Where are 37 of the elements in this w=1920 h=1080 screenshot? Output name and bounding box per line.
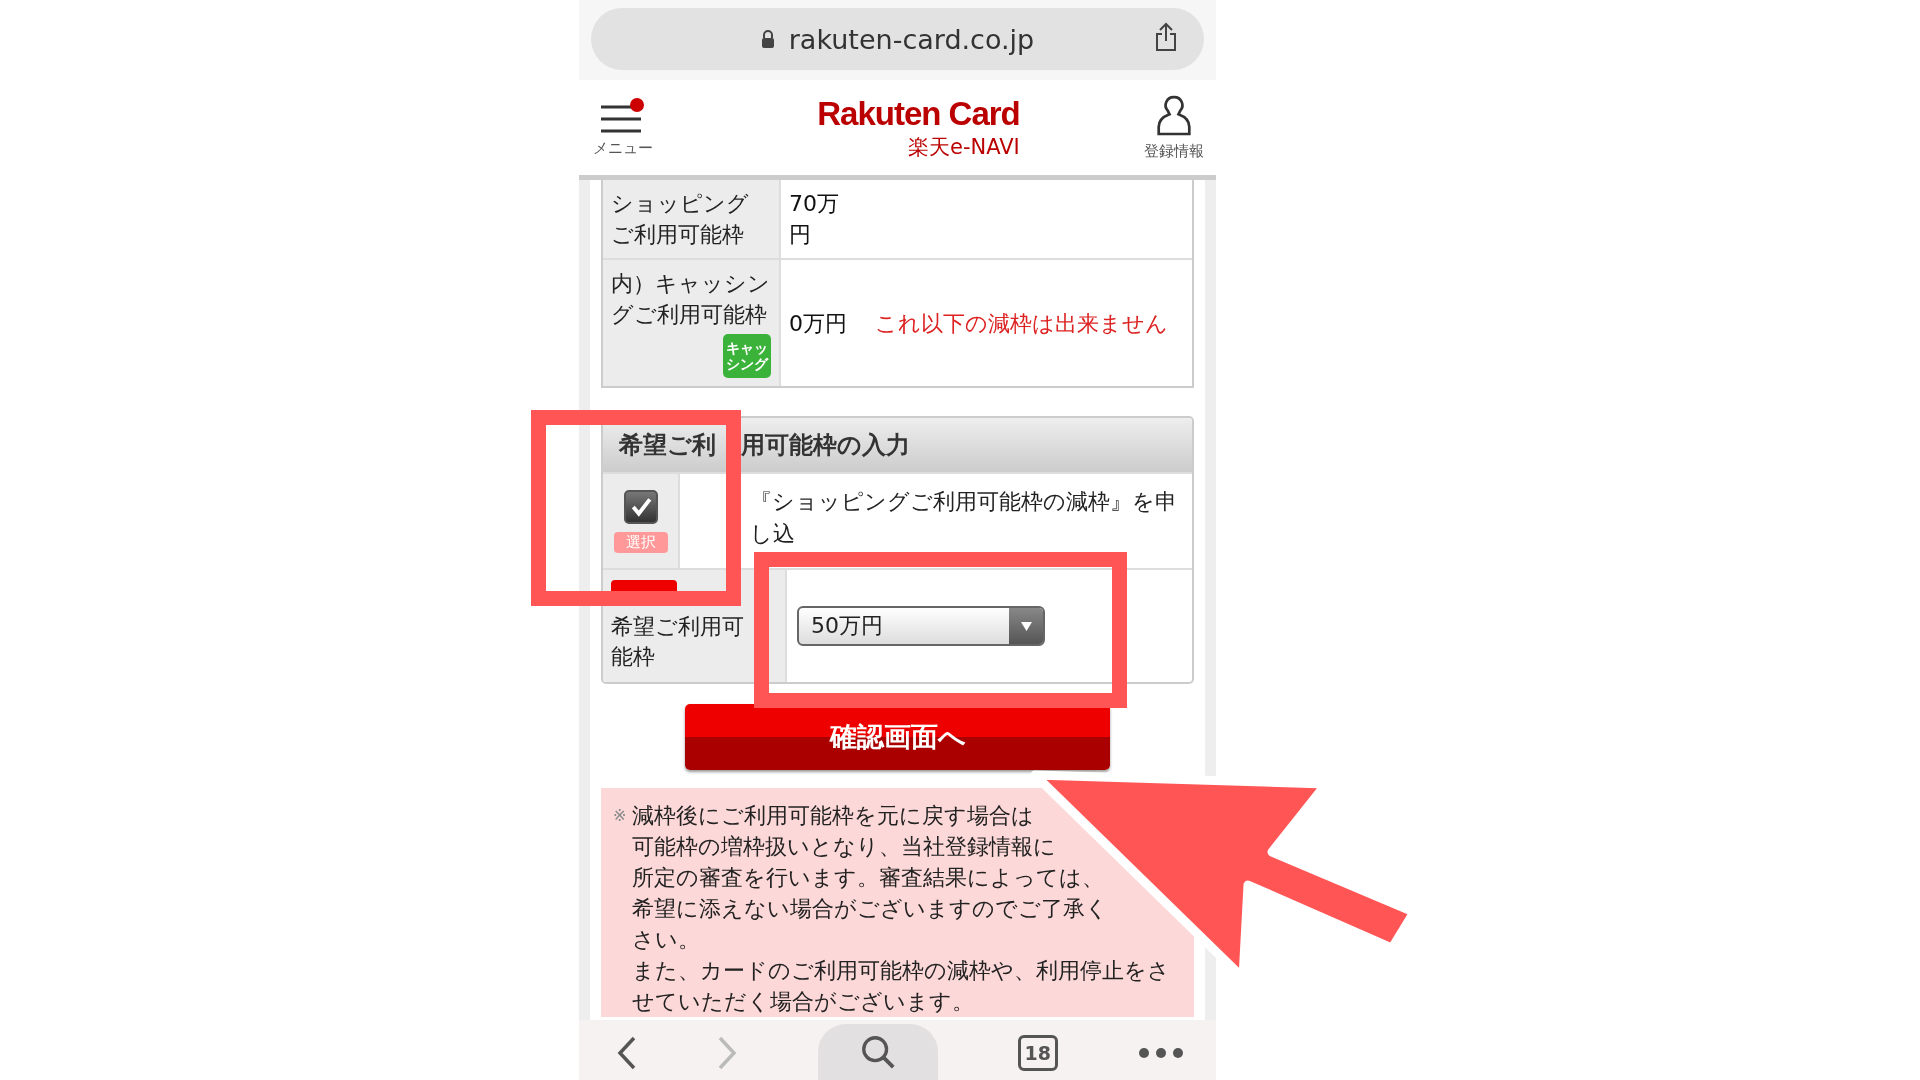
brand-logo: Rakuten Card bbox=[817, 94, 1020, 133]
limit-value: 70万円 bbox=[789, 190, 839, 249]
person-icon[interactable] bbox=[1156, 94, 1192, 138]
menu-label[interactable]: メニュー bbox=[593, 139, 653, 158]
notice-line: 希望に添えない場合がございますのでご了承く bbox=[632, 895, 1109, 923]
panel-title: 希望ご利 bbox=[619, 430, 717, 461]
notice-line: 可能枠の増枠扱いとなり、当社登録情報に bbox=[632, 833, 1057, 861]
search-button[interactable] bbox=[817, 1024, 938, 1080]
confirm-button[interactable]: 確認画面へ bbox=[685, 704, 1110, 770]
row-label: 内）キャッシングご利用可能枠 bbox=[611, 271, 770, 327]
row-label: ショッピングご利用可能枠 bbox=[611, 191, 749, 247]
cashing-badge: キャッシング bbox=[723, 334, 771, 378]
checkbox[interactable] bbox=[623, 489, 658, 524]
panel-title: 用可能枠の入力 bbox=[741, 430, 910, 461]
tabs-button[interactable]: 18 bbox=[1017, 1035, 1058, 1071]
caret-icon bbox=[1020, 621, 1032, 631]
share-icon[interactable] bbox=[1154, 22, 1178, 52]
limit-select[interactable]: 50万円 bbox=[797, 606, 1045, 646]
back-icon[interactable] bbox=[617, 1036, 637, 1070]
account-label[interactable]: 登録情報 bbox=[1144, 142, 1204, 161]
address-bar[interactable]: rakuten-card.co.jp bbox=[591, 8, 1204, 70]
check-icon bbox=[629, 495, 652, 518]
notice-text: また、カードのご利用可能枠の減枠や、利用停止をさせていただく場合がございます。 bbox=[632, 957, 1172, 1016]
select-tag: 選択 bbox=[613, 531, 668, 553]
checkbox-label: 『ショッピングご利用可能枠の減枠』を申し込 bbox=[750, 489, 1177, 546]
logo-subtitle: 楽天e-NAVI bbox=[908, 133, 1020, 161]
limit-value: 0万円 bbox=[789, 309, 847, 338]
warning-text: これ以下の減枠は出来ません bbox=[875, 309, 1169, 338]
note-mark: ※ bbox=[613, 805, 627, 827]
notice-line: 減枠後にご利用可能枠を元に戻す場合は bbox=[632, 802, 1035, 830]
menu-icon[interactable] bbox=[599, 97, 647, 135]
field-label: 希望ご利用可能枠 bbox=[611, 613, 745, 671]
notice-line: さい。 bbox=[632, 926, 701, 954]
notice-line: 所定の審査を行います。審査結果によっては、 bbox=[632, 864, 1105, 892]
lock-icon bbox=[760, 30, 775, 48]
url-text: rakuten-card.co.jp bbox=[788, 23, 1035, 55]
more-icon[interactable] bbox=[1138, 1047, 1184, 1059]
